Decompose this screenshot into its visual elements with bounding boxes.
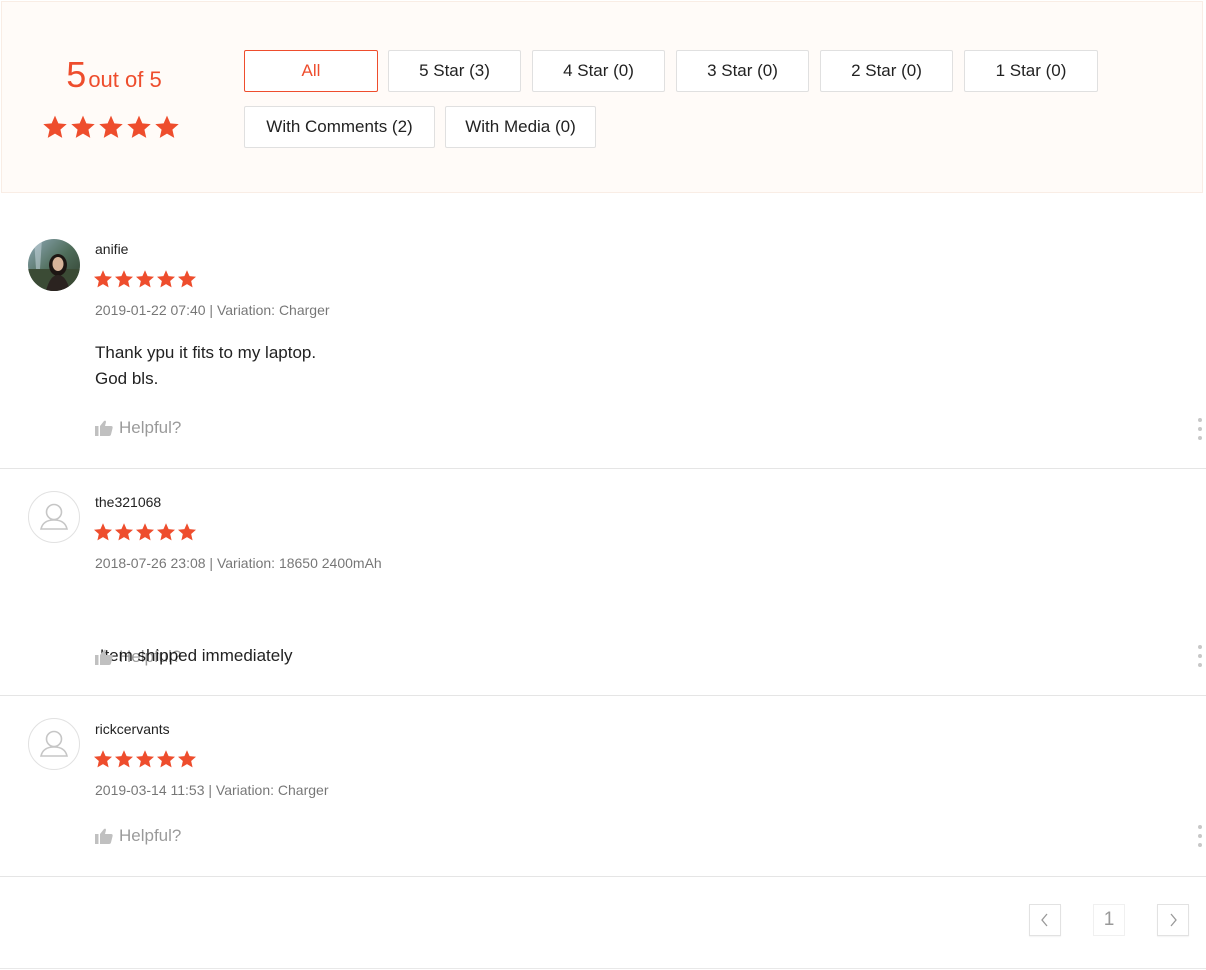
filter-3-star-button[interactable]: 3 Star (0) bbox=[676, 50, 809, 92]
star-icon bbox=[136, 523, 154, 541]
star-icon bbox=[127, 115, 151, 138]
avatar[interactable] bbox=[28, 239, 80, 291]
filter-5-star-button[interactable]: 5 Star (3) bbox=[388, 50, 521, 92]
filter-all-button[interactable]: All bbox=[244, 50, 378, 92]
star-icon bbox=[115, 750, 133, 768]
review-meta: 2018-07-26 23:08 | Variation: 18650 2400… bbox=[95, 555, 382, 571]
chevron-right-icon bbox=[1170, 913, 1177, 927]
review-item: the321068 2018-07-26 23:08 | Variation: … bbox=[0, 469, 1206, 696]
filter-2-star-button[interactable]: 2 Star (0) bbox=[820, 50, 953, 92]
next-page-button[interactable] bbox=[1157, 904, 1189, 936]
review-stars bbox=[93, 269, 197, 289]
helpful-button[interactable]: Helpful? bbox=[95, 418, 181, 438]
reviewer-username[interactable]: anifie bbox=[95, 241, 128, 257]
comment-line: Thank ypu it fits to my laptop. bbox=[95, 343, 317, 362]
star-icon bbox=[157, 750, 175, 768]
star-icon bbox=[94, 750, 112, 768]
reviewer-username[interactable]: rickcervants bbox=[95, 721, 170, 737]
filter-4-star-button[interactable]: 4 Star (0) bbox=[532, 50, 665, 92]
average-stars bbox=[42, 114, 180, 140]
star-icon bbox=[94, 523, 112, 541]
star-icon bbox=[178, 270, 196, 288]
review-item: anifie 2019-01-22 07:40 | Variation: Cha… bbox=[0, 194, 1206, 469]
filter-1-star-button[interactable]: 1 Star (0) bbox=[964, 50, 1098, 92]
star-icon bbox=[155, 115, 179, 138]
star-icon bbox=[157, 523, 175, 541]
thumbs-up-icon bbox=[95, 420, 113, 436]
filter-with-media-button[interactable]: With Media (0) bbox=[445, 106, 596, 148]
review-stars bbox=[93, 522, 197, 542]
star-icon bbox=[115, 523, 133, 541]
chevron-left-icon bbox=[1041, 913, 1048, 927]
helpful-label: Helpful? bbox=[119, 418, 182, 437]
star-icon bbox=[43, 115, 67, 138]
star-icon bbox=[71, 115, 95, 138]
star-icon bbox=[178, 750, 196, 768]
thumbs-up-icon bbox=[95, 649, 113, 665]
review-comment: Thank ypu it fits to my laptop. God bls. bbox=[95, 340, 316, 392]
photo-avatar-icon bbox=[28, 239, 80, 291]
average-score: 5out of 5 bbox=[2, 54, 226, 96]
page-number-button[interactable]: 1 bbox=[1093, 904, 1125, 936]
user-placeholder-icon bbox=[40, 503, 68, 530]
rating-summary: 5out of 5 All 5 Star (3) 4 Star (0) 3 St… bbox=[1, 1, 1203, 193]
user-placeholder-icon bbox=[40, 730, 68, 757]
filter-with-comments-button[interactable]: With Comments (2) bbox=[244, 106, 435, 148]
bottom-divider bbox=[0, 968, 1206, 969]
star-icon bbox=[115, 270, 133, 288]
star-icon bbox=[178, 523, 196, 541]
helpful-button[interactable]: Helpful? bbox=[95, 647, 181, 667]
helpful-button[interactable]: Helpful? bbox=[95, 826, 181, 846]
score-value: 5 bbox=[66, 54, 87, 95]
review-item: rickcervants 2019-03-14 11:53 | Variatio… bbox=[0, 696, 1206, 877]
star-icon bbox=[136, 750, 154, 768]
star-icon bbox=[94, 270, 112, 288]
more-options-icon[interactable] bbox=[1196, 418, 1204, 440]
review-meta: 2019-03-14 11:53 | Variation: Charger bbox=[95, 782, 329, 798]
more-options-icon[interactable] bbox=[1196, 825, 1204, 847]
helpful-label: Helpful? bbox=[119, 647, 182, 666]
star-icon bbox=[157, 270, 175, 288]
helpful-label: Helpful? bbox=[119, 826, 182, 845]
star-icon bbox=[99, 115, 123, 138]
reviewer-username[interactable]: the321068 bbox=[95, 494, 161, 510]
prev-page-button[interactable] bbox=[1029, 904, 1061, 936]
review-stars bbox=[93, 749, 197, 769]
star-icon bbox=[136, 270, 154, 288]
thumbs-up-icon bbox=[95, 828, 113, 844]
review-meta: 2019-01-22 07:40 | Variation: Charger bbox=[95, 302, 330, 318]
avatar[interactable] bbox=[28, 718, 80, 770]
score-suffix: out of 5 bbox=[88, 67, 162, 92]
comment-line: God bls. bbox=[95, 369, 159, 388]
avatar[interactable] bbox=[28, 491, 80, 543]
more-options-icon[interactable] bbox=[1196, 645, 1204, 667]
